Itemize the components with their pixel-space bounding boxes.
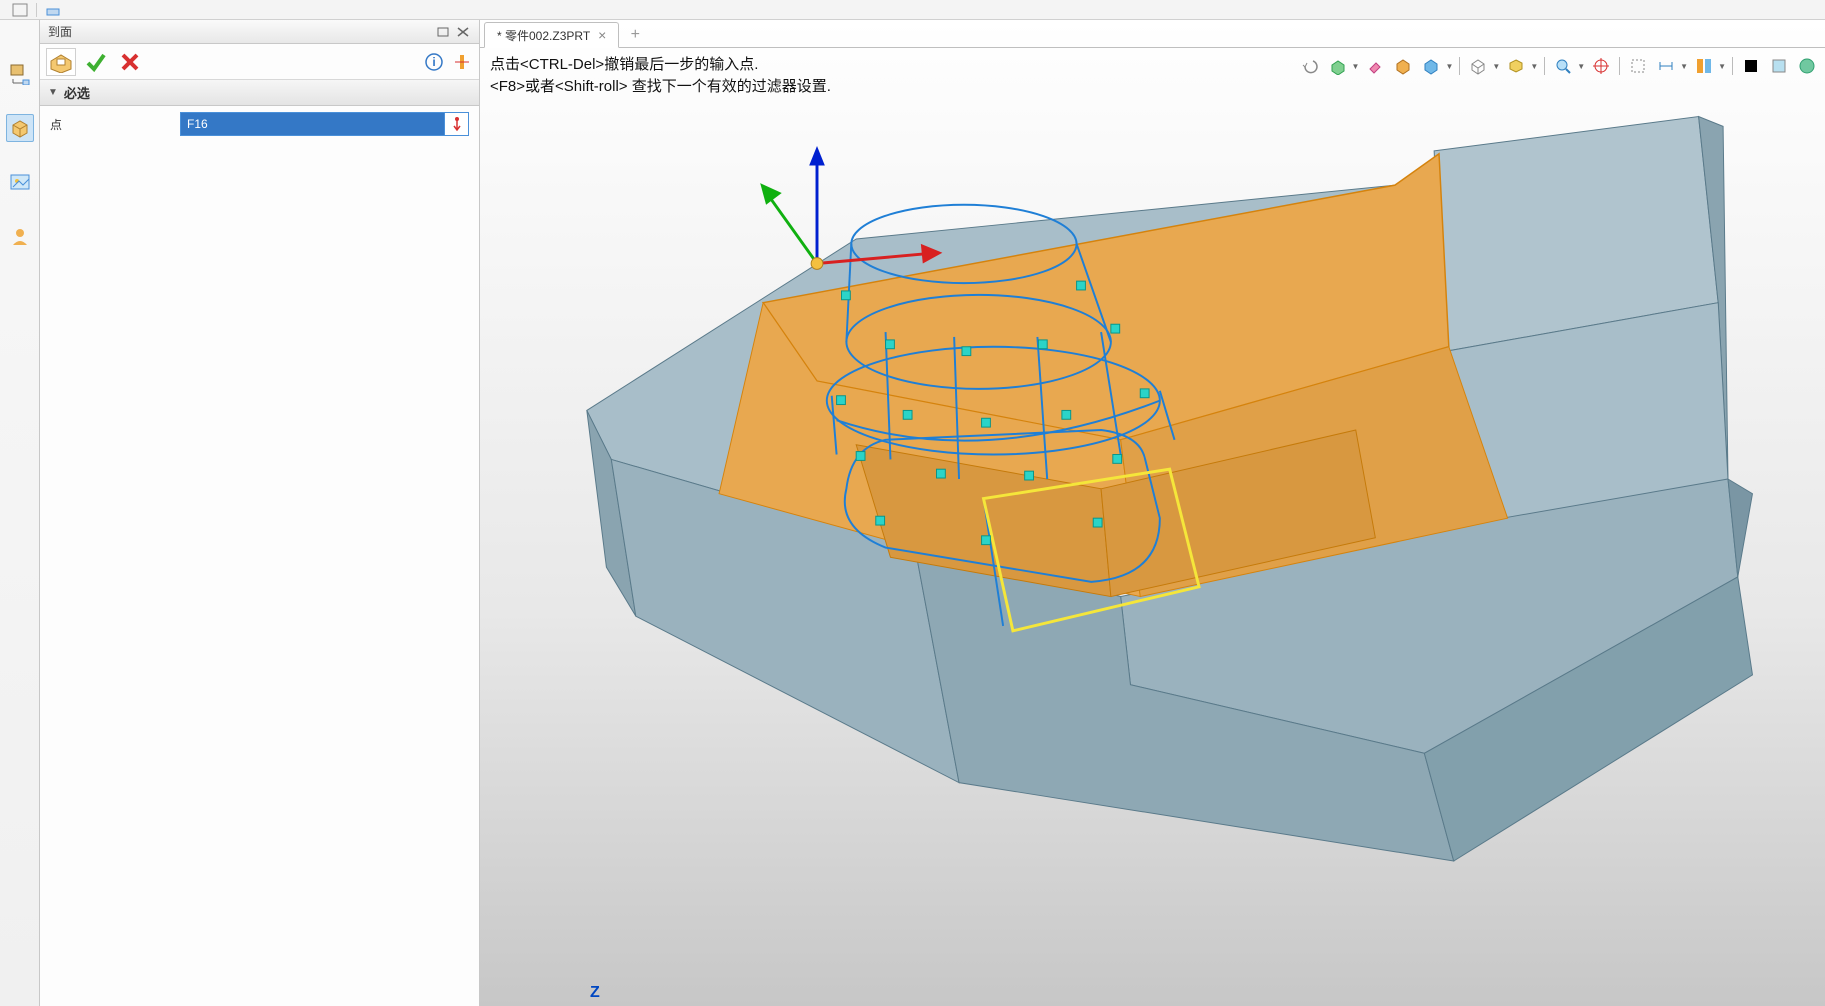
panel-title: 到面 — [48, 23, 72, 40]
add-tab-button[interactable]: + — [623, 23, 647, 47]
panel-restore-icon[interactable] — [435, 24, 451, 40]
symmetry-button[interactable] — [451, 51, 473, 73]
panel-close-icon[interactable] — [455, 24, 471, 40]
point-pick-button[interactable] — [444, 113, 468, 135]
property-panel: 到面 i ▼ 必选 — [40, 20, 480, 1006]
sidebar-user-icon[interactable] — [6, 222, 34, 250]
cancel-button[interactable] — [116, 49, 144, 75]
point-input[interactable] — [181, 113, 444, 135]
model-canvas — [480, 48, 1825, 1006]
toolbar-icon[interactable] — [43, 2, 63, 18]
panel-actions: i — [40, 44, 479, 80]
point-row: 点 — [40, 106, 479, 142]
panel-title-bar: 到面 — [40, 20, 479, 44]
sidebar-tree-icon[interactable] — [6, 60, 34, 88]
tab-bar: * 零件002.Z3PRT × + — [480, 20, 1825, 48]
collapse-triangle-icon: ▼ — [48, 87, 58, 98]
tab-label: * 零件002.Z3PRT — [497, 27, 590, 44]
info-button[interactable]: i — [423, 51, 445, 73]
point-input-wrap — [180, 112, 469, 136]
close-tab-icon[interactable]: × — [598, 27, 606, 43]
viewport[interactable]: * 零件002.Z3PRT × + 点击<CTRL-Del>撤销最后一步的输入点… — [480, 20, 1825, 1006]
toolbar-icon[interactable] — [10, 2, 30, 18]
sidebar-part-icon[interactable] — [6, 114, 34, 142]
sidebar-image-icon[interactable] — [6, 168, 34, 196]
section-header[interactable]: ▼ 必选 — [40, 80, 479, 106]
section-header-label: 必选 — [64, 83, 90, 102]
axis-z-label: Z — [590, 984, 600, 1002]
ok-button[interactable] — [82, 49, 110, 75]
document-tab[interactable]: * 零件002.Z3PRT × — [484, 22, 619, 48]
feature-icon — [46, 48, 76, 76]
svg-text:i: i — [432, 55, 435, 69]
left-sidebar — [0, 20, 40, 1006]
top-toolbar — [0, 0, 1825, 20]
point-label: 点 — [50, 116, 170, 133]
